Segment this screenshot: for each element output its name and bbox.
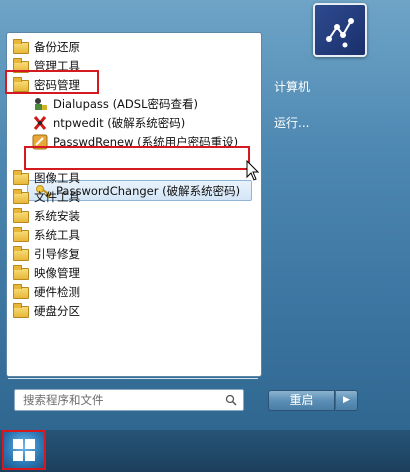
folder-item-image-tools[interactable]: 图像工具 — [7, 168, 261, 187]
folder-label: 硬盘分区 — [34, 303, 80, 318]
user-picture-tile[interactable] — [313, 3, 367, 57]
user-picture-icon — [326, 18, 354, 48]
folder-icon — [13, 302, 29, 318]
folder-label: 硬件检测 — [34, 284, 80, 299]
search-placeholder: 搜索程序和文件 — [23, 393, 104, 407]
mouse-cursor-icon — [246, 159, 260, 185]
windows-logo-icon — [13, 439, 35, 461]
divider — [8, 378, 258, 379]
folder-icon — [13, 169, 29, 185]
program-item-ntpwedit[interactable]: ntpwedit (破解系统密码) — [7, 113, 261, 132]
folder-label: 文件工具 — [34, 189, 80, 204]
program-label: Dialupass (ADSL密码查看) — [53, 96, 198, 111]
folder-icon — [13, 264, 29, 280]
program-label: ntpwedit (破解系统密码) — [53, 115, 186, 130]
folder-label: 系统安装 — [34, 208, 80, 223]
folder-icon — [13, 188, 29, 204]
folder-label: 备份还原 — [34, 39, 80, 54]
search-input[interactable]: 搜索程序和文件 — [14, 389, 244, 411]
folder-item-boot-repair[interactable]: 引导修复 — [7, 244, 261, 263]
start-menu: 备份还原 管理工具 密码管理 Dialupass (ADSL密码查看) ntpw… — [0, 0, 410, 430]
folder-item-system-install[interactable]: 系统安装 — [7, 206, 261, 225]
right-item-run[interactable]: 运行... — [274, 114, 309, 131]
restart-button[interactable]: 重启 — [268, 390, 335, 411]
folder-label: 系统工具 — [34, 227, 80, 242]
program-item-dialupass[interactable]: Dialupass (ADSL密码查看) — [7, 94, 261, 113]
folder-item-disk-partition[interactable]: 硬盘分区 — [7, 301, 261, 320]
start-button[interactable] — [2, 430, 46, 470]
annotation-box-passwordchanger — [24, 146, 250, 170]
folder-icon — [13, 207, 29, 223]
folder-item-hardware-detect[interactable]: 硬件检测 — [7, 282, 261, 301]
folder-item-file-tools[interactable]: 文件工具 — [7, 187, 261, 206]
folder-icon — [13, 226, 29, 242]
folder-icon — [13, 245, 29, 261]
folder-icon — [13, 283, 29, 299]
folder-item-system-tools[interactable]: 系统工具 — [7, 225, 261, 244]
dialupass-icon — [32, 96, 48, 112]
folder-label: 引导修复 — [34, 246, 80, 261]
power-options-arrow-button[interactable]: ▶ — [336, 390, 358, 411]
folder-label: 映像管理 — [34, 265, 80, 280]
folder-item-backup[interactable]: 备份还原 — [7, 37, 261, 56]
taskbar — [0, 430, 410, 472]
right-item-computer[interactable]: 计算机 — [274, 78, 310, 95]
search-icon — [225, 394, 237, 406]
folder-item-image-management[interactable]: 映像管理 — [7, 263, 261, 282]
folder-icon — [13, 38, 29, 54]
folder-label: 图像工具 — [34, 170, 80, 185]
annotation-box-password-folder — [5, 70, 99, 94]
ntpwedit-icon — [32, 115, 48, 131]
